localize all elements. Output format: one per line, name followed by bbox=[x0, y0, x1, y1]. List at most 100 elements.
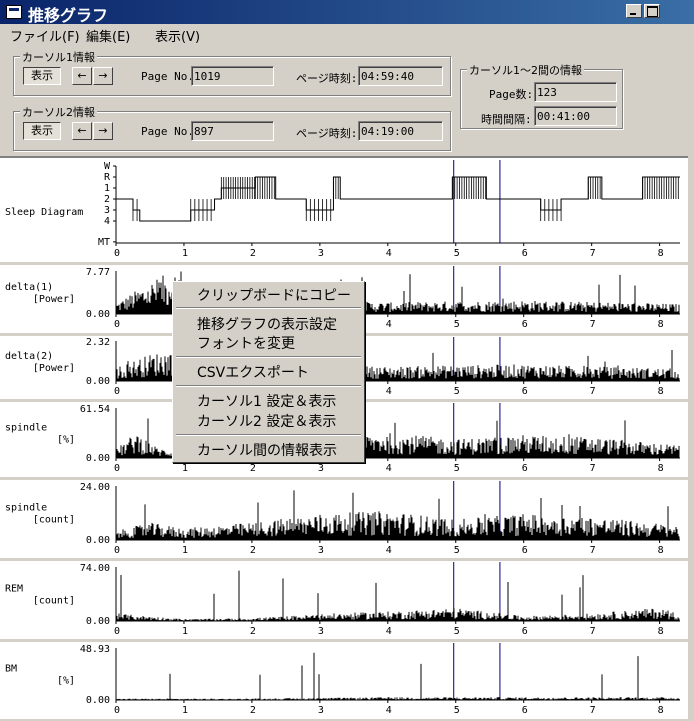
menu-view[interactable]: 表示(V) bbox=[155, 26, 200, 45]
x-tick-label: 2 bbox=[250, 463, 256, 474]
x-tick-label: 3 bbox=[318, 545, 324, 556]
y-min-label: 0.00 bbox=[86, 535, 110, 546]
cursor2-left-button[interactable]: ← bbox=[72, 122, 92, 140]
x-tick-label: 3 bbox=[318, 248, 324, 259]
between-group-label: カーソル1～2間の情報 bbox=[467, 62, 584, 78]
context-menu: クリップボードにコピー 推移グラフの表示設定 フォントを変更 CSVエクスポート… bbox=[172, 281, 365, 463]
x-tick-label: 8 bbox=[658, 463, 664, 474]
cursor1-group-label: カーソル1情報 bbox=[20, 49, 97, 65]
between-pages-field[interactable]: 123 bbox=[534, 82, 617, 102]
app-icon[interactable] bbox=[6, 5, 22, 19]
stage-label: MT bbox=[98, 237, 110, 248]
x-tick-label: 6 bbox=[522, 545, 528, 556]
cursor1-right-button[interactable]: → bbox=[93, 67, 113, 85]
x-tick-label: 8 bbox=[658, 705, 664, 716]
y-max-label: 61.54 bbox=[80, 404, 110, 415]
panel-separator bbox=[0, 558, 694, 561]
x-tick-label: 0 bbox=[114, 463, 120, 474]
menu-csv-export[interactable]: CSVエクスポート bbox=[197, 362, 309, 382]
x-tick-label: 0 bbox=[114, 248, 120, 259]
x-tick-label: 2 bbox=[250, 248, 256, 259]
y-max-label: 7.77 bbox=[86, 267, 110, 278]
x-tick-label: 4 bbox=[386, 705, 392, 716]
x-tick-label: 7 bbox=[590, 545, 596, 556]
x-tick-label: 7 bbox=[590, 705, 596, 716]
maximize-icon[interactable] bbox=[644, 4, 660, 18]
x-tick-label: 4 bbox=[386, 248, 392, 259]
chart-label: spindle bbox=[5, 503, 47, 514]
x-tick-label: 1 bbox=[182, 705, 188, 716]
cursor2-page-time-field[interactable]: 04:19:00 bbox=[358, 121, 443, 141]
stage-label: 3 bbox=[104, 205, 110, 216]
chart-label: delta(2) bbox=[5, 351, 53, 362]
cursor2-show-button[interactable]: 表示 bbox=[23, 122, 61, 140]
panel-separator bbox=[0, 477, 694, 480]
menu-display-settings[interactable]: 推移グラフの表示設定 bbox=[197, 314, 337, 334]
x-tick-label: 0 bbox=[114, 626, 120, 637]
menu-cursor1-set[interactable]: カーソル1 設定＆表示 bbox=[197, 391, 336, 411]
cursor2-right-button[interactable]: → bbox=[93, 122, 113, 140]
between-group: カーソル1～2間の情報 Page数: 123 時間間隔: 00:41:00 bbox=[460, 62, 623, 129]
chart-unit: [Power] bbox=[33, 294, 75, 305]
x-tick-label: 0 bbox=[114, 705, 120, 716]
panel-separator bbox=[0, 639, 694, 642]
minimize-icon[interactable] bbox=[626, 4, 642, 18]
x-tick-label: 7 bbox=[590, 386, 596, 397]
x-tick-label: 7 bbox=[590, 248, 596, 259]
menu-edit[interactable]: 編集(E) bbox=[86, 26, 130, 45]
stage-label: 4 bbox=[104, 216, 110, 227]
menu-cursor-info[interactable]: カーソル間の情報表示 bbox=[197, 440, 337, 460]
window-title: 推移グラフ bbox=[28, 6, 109, 25]
x-tick-label: 8 bbox=[658, 545, 664, 556]
x-tick-label: 6 bbox=[522, 463, 528, 474]
y-max-label: 24.00 bbox=[80, 482, 110, 493]
x-tick-label: 3 bbox=[318, 463, 324, 474]
y-max-label: 48.93 bbox=[80, 644, 110, 655]
sleep-diagram-label: Sleep Diagram bbox=[5, 207, 83, 218]
cursor2-group-label: カーソル2情報 bbox=[20, 104, 97, 120]
cursor1-page-no-field[interactable]: 1019 bbox=[191, 66, 274, 86]
menu-copy-clipboard[interactable]: クリップボードにコピー bbox=[197, 285, 351, 305]
cursor1-group: カーソル1情報 表示 ← → Page No.: 1019 ページ時刻: 04:… bbox=[13, 49, 451, 96]
menu-change-font[interactable]: フォントを変更 bbox=[197, 333, 295, 353]
x-tick-label: 6 bbox=[522, 705, 528, 716]
menu-file[interactable]: ファイル(F) bbox=[10, 26, 80, 45]
cursor1-show-button[interactable]: 表示 bbox=[23, 67, 61, 85]
chart-unit: [%] bbox=[57, 676, 75, 687]
title-bar[interactable]: 推移グラフ bbox=[0, 0, 694, 25]
x-tick-label: 2 bbox=[250, 705, 256, 716]
x-tick-label: 2 bbox=[250, 545, 256, 556]
x-tick-label: 4 bbox=[386, 386, 392, 397]
menu-cursor2-set[interactable]: カーソル2 設定＆表示 bbox=[197, 411, 336, 431]
x-tick-label: 1 bbox=[182, 463, 188, 474]
x-tick-label: 0 bbox=[114, 545, 120, 556]
x-tick-label: 1 bbox=[182, 545, 188, 556]
menu-separator bbox=[176, 385, 361, 387]
between-interval-field[interactable]: 00:41:00 bbox=[534, 106, 617, 126]
x-tick-label: 7 bbox=[590, 319, 596, 330]
chart-unit: [%] bbox=[57, 435, 75, 446]
x-tick-label: 4 bbox=[386, 319, 392, 330]
x-tick-label: 7 bbox=[590, 463, 596, 474]
x-tick-label: 6 bbox=[522, 626, 528, 637]
x-tick-label: 5 bbox=[454, 386, 460, 397]
right-edge-strip bbox=[688, 156, 694, 719]
x-tick-label: 8 bbox=[658, 248, 664, 259]
cursor2-group: カーソル2情報 表示 ← → Page No.: 897 ページ時刻: 04:1… bbox=[13, 104, 451, 151]
menu-separator bbox=[176, 434, 361, 436]
x-tick-label: 8 bbox=[658, 626, 664, 637]
x-tick-label: 4 bbox=[386, 626, 392, 637]
x-tick-label: 0 bbox=[114, 386, 120, 397]
cursor1-left-button[interactable]: ← bbox=[72, 67, 92, 85]
cursor1-page-time-label: ページ時刻: bbox=[296, 72, 358, 85]
y-min-label: 0.00 bbox=[86, 695, 110, 706]
chart-label: delta(1) bbox=[5, 282, 53, 293]
x-tick-label: 5 bbox=[454, 248, 460, 259]
y-min-label: 0.00 bbox=[86, 309, 110, 320]
chart-label: spindle bbox=[5, 423, 47, 434]
cursor2-page-no-field[interactable]: 897 bbox=[191, 121, 274, 141]
y-max-label: 2.32 bbox=[86, 337, 110, 348]
x-tick-label: 8 bbox=[658, 319, 664, 330]
x-tick-label: 4 bbox=[386, 545, 392, 556]
cursor1-page-time-field[interactable]: 04:59:40 bbox=[358, 66, 443, 86]
